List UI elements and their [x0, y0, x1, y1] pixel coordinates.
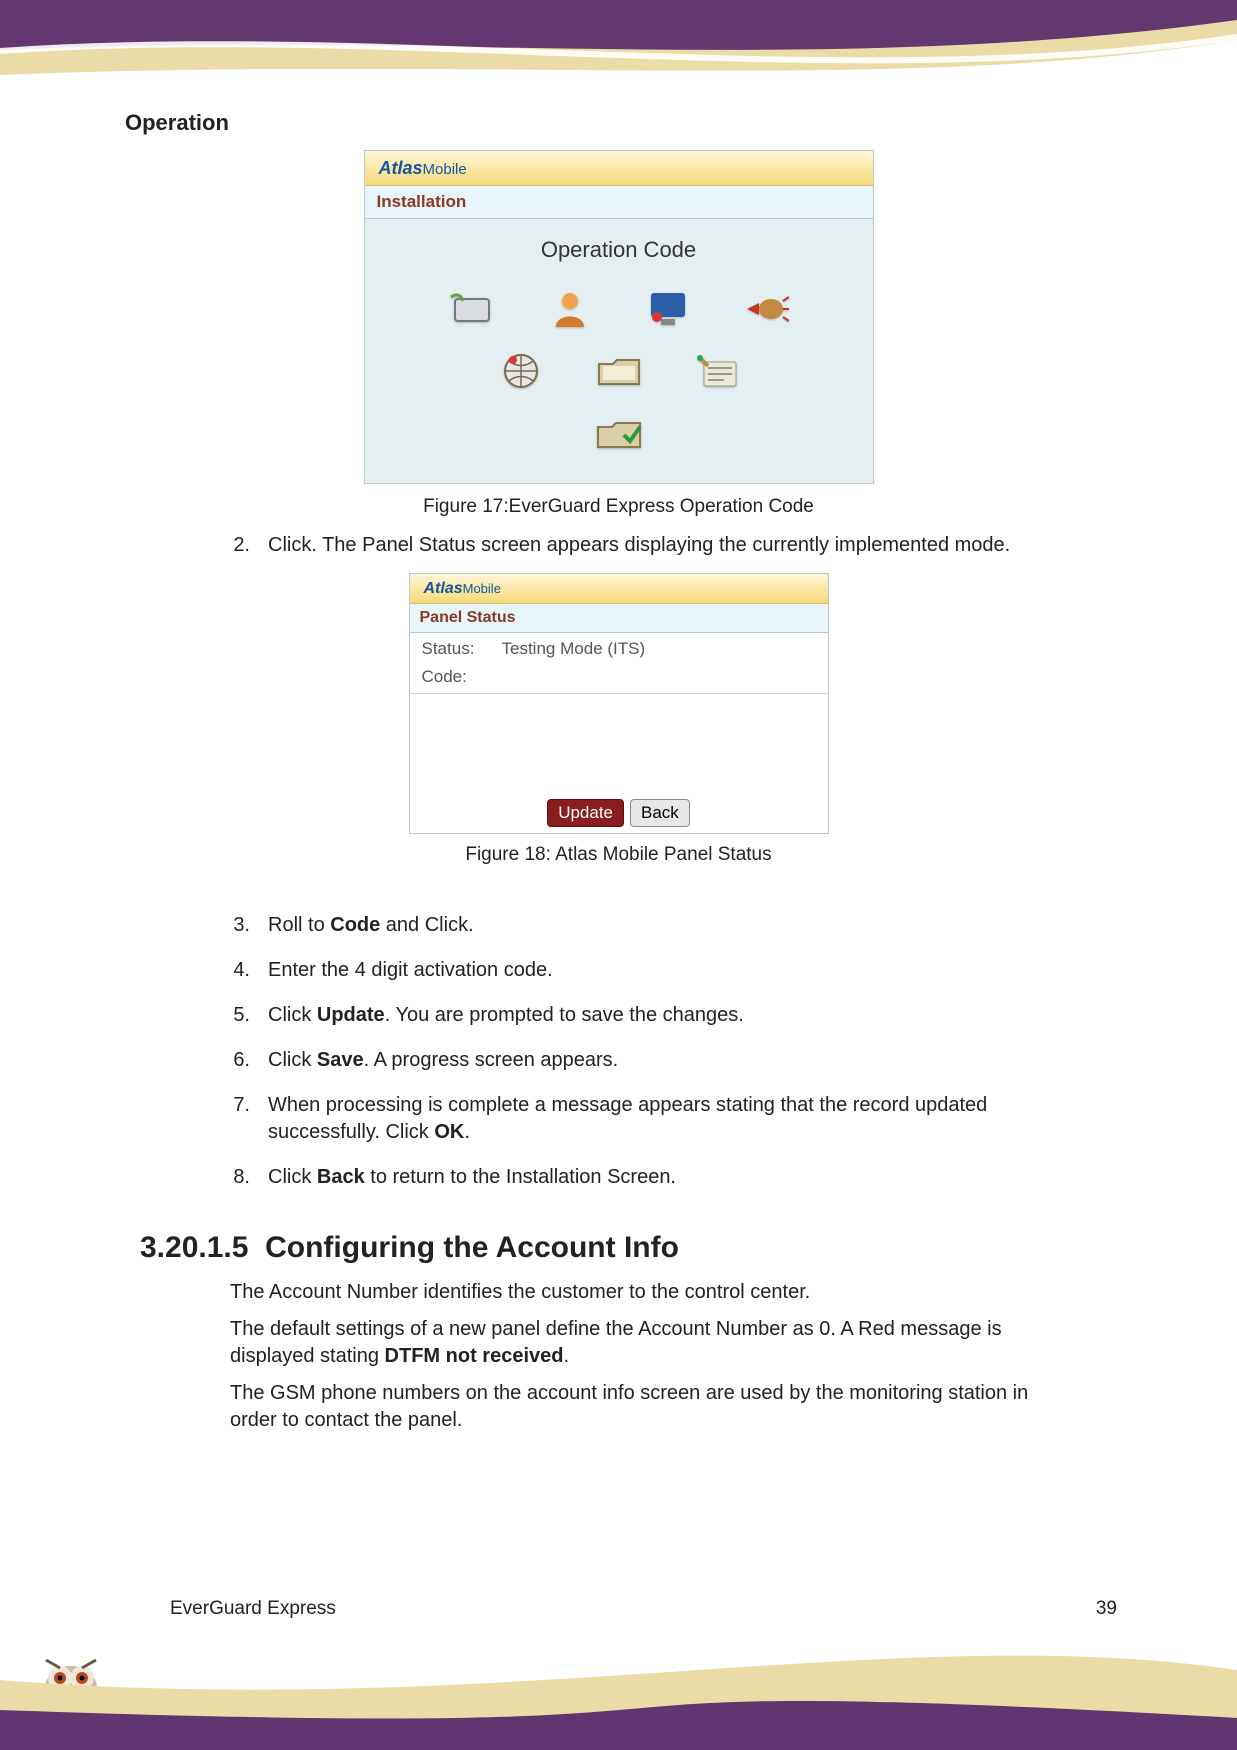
step-text: Click Back to return to the Installation…: [268, 1164, 1070, 1191]
step-number: 5.: [230, 1002, 268, 1029]
section-header: Operation: [125, 110, 229, 136]
operation-code-title: Operation Code: [541, 237, 696, 263]
status-value: Testing Mode (ITS): [502, 639, 646, 659]
step-text: When processing is complete a message ap…: [268, 1092, 1070, 1146]
update-button[interactable]: Update: [547, 799, 624, 827]
monitor-icon[interactable]: [642, 287, 694, 331]
owl-logo-icon: [36, 1650, 106, 1712]
figure-17-caption: Figure 17:EverGuard Express Operation Co…: [423, 496, 814, 518]
step-text: Click Save. A progress screen appears.: [268, 1047, 1070, 1074]
folder-icon[interactable]: [593, 349, 645, 393]
figure-18-screenshot: AtlasMobile Panel Status Status: Testing…: [409, 573, 829, 834]
step-number: 6.: [230, 1047, 268, 1074]
globe-icon[interactable]: [495, 349, 547, 393]
step-text: Enter the 4 digit activation code.: [268, 957, 1070, 984]
step-number: 3.: [230, 912, 268, 939]
atlas-logo: AtlasMobile: [424, 580, 501, 598]
panel-status-header: Panel Status: [410, 604, 828, 633]
step-number: 7.: [230, 1092, 268, 1146]
user-icon[interactable]: [544, 287, 596, 331]
footer-product: EverGuard Express: [170, 1598, 336, 1620]
paragraph: The default settings of a new panel defi…: [230, 1316, 1060, 1370]
header-swoosh: [0, 0, 1237, 110]
step-text: Click Update. You are prompted to save t…: [268, 1002, 1070, 1029]
installation-header: Installation: [365, 186, 873, 219]
footer-page-number: 39: [1096, 1598, 1117, 1620]
back-button[interactable]: Back: [630, 799, 690, 827]
step-number: 4.: [230, 957, 268, 984]
footer-swoosh: [0, 1610, 1237, 1750]
step-text: Click. The Panel Status screen appears d…: [268, 532, 1070, 559]
figure-17-screenshot: AtlasMobile Installation Operation Code: [364, 150, 874, 484]
step-number: 2.: [230, 532, 268, 559]
paragraph: The GSM phone numbers on the account inf…: [230, 1380, 1060, 1434]
step-text: Roll to Code and Click.: [268, 912, 1070, 939]
code-label: Code:: [422, 667, 502, 687]
status-label: Status:: [422, 639, 502, 659]
notes-icon[interactable]: [691, 349, 743, 393]
folder-check-icon[interactable]: [593, 411, 645, 455]
atlas-logo: AtlasMobile: [379, 158, 467, 179]
subsection-heading: 3.20.1.5 Configuring the Account Info: [140, 1231, 1237, 1265]
figure-18-caption: Figure 18: Atlas Mobile Panel Status: [465, 844, 771, 866]
paragraph: The Account Number identifies the custom…: [230, 1279, 1060, 1306]
panel-icon[interactable]: [446, 287, 498, 331]
siren-icon[interactable]: [740, 287, 792, 331]
step-number: 8.: [230, 1164, 268, 1191]
